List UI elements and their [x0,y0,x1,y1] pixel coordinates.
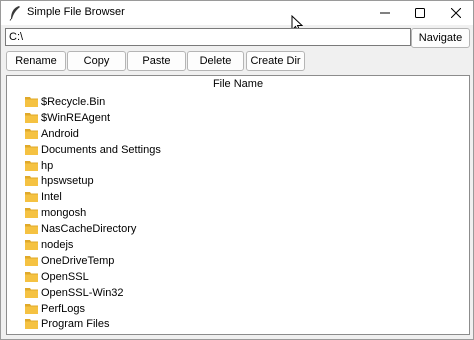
list-item-label: Documents and Settings [41,143,161,156]
folder-icon [25,160,38,171]
file-rows: $Recycle.Bin $WinREAgent Android Documen… [7,94,469,332]
list-item[interactable]: mongosh [7,205,469,221]
folder-icon [25,271,38,282]
list-item-label: NasCacheDirectory [41,223,137,236]
list-item-label: $WinREAgent [41,111,111,124]
list-item[interactable]: PerfLogs [7,301,469,317]
list-item[interactable]: $Recycle.Bin [7,94,469,110]
list-item[interactable]: OpenSSL-Win32 [7,285,469,301]
list-item[interactable]: Program Files [7,316,469,332]
list-item-label: OpenSSL-Win32 [41,286,124,299]
app-window: Simple File Browser Navigate Rename Copy… [0,0,474,340]
list-item-label: mongosh [41,207,87,220]
list-item[interactable]: hp [7,158,469,174]
list-item[interactable]: hpswsetup [7,173,469,189]
list-item[interactable]: nodejs [7,237,469,253]
file-name-column-header[interactable]: File Name [7,76,469,92]
list-item[interactable]: OpenSSL [7,269,469,285]
folder-icon [25,319,38,330]
title-bar[interactable]: Simple File Browser [1,1,473,25]
list-item-label: OpenSSL [41,270,89,283]
folder-icon [25,176,38,187]
delete-button[interactable]: Delete [187,51,244,71]
list-item-label: OneDriveTemp [41,254,115,267]
list-item[interactable]: OneDriveTemp [7,253,469,269]
feather-icon [9,6,20,21]
folder-icon [25,287,38,298]
maximize-icon [415,8,425,18]
minimize-icon [380,12,390,14]
window-title: Simple File Browser [27,6,125,18]
folder-icon [25,208,38,219]
folder-icon [25,128,38,139]
copy-button[interactable]: Copy [67,51,126,71]
rename-button[interactable]: Rename [6,51,66,71]
folder-icon [25,303,38,314]
paste-button[interactable]: Paste [127,51,186,71]
navigate-button[interactable]: Navigate [411,28,470,48]
list-item-label: $Recycle.Bin [41,96,106,108]
maximize-button[interactable] [401,1,439,25]
close-icon [451,8,461,18]
folder-icon [25,97,38,107]
list-item-label: hpswsetup [41,175,94,188]
list-item-label: Program Files [41,318,110,331]
folder-icon [25,255,38,266]
list-item-label: nodejs [41,239,74,252]
list-item[interactable]: Intel [7,189,469,205]
folder-icon [25,144,38,155]
list-item-label: Intel [41,191,62,204]
minimize-button[interactable] [366,1,404,25]
folder-icon [25,112,38,123]
close-button[interactable] [437,1,473,25]
create-dir-button[interactable]: Create Dir [246,51,305,71]
list-item[interactable]: Documents and Settings [7,142,469,158]
list-item[interactable]: Android [7,126,469,142]
list-item[interactable]: NasCacheDirectory [7,221,469,237]
list-item-label: PerfLogs [41,302,86,315]
path-input[interactable] [5,28,411,46]
folder-icon [25,192,38,203]
list-item[interactable]: $WinREAgent [7,110,469,126]
list-item-label: hp [41,159,54,172]
list-item-label: Android [41,127,79,140]
folder-icon [25,240,38,251]
folder-icon [25,224,38,235]
file-list[interactable]: File Name $Recycle.Bin $WinREAgent Andro… [6,75,470,335]
